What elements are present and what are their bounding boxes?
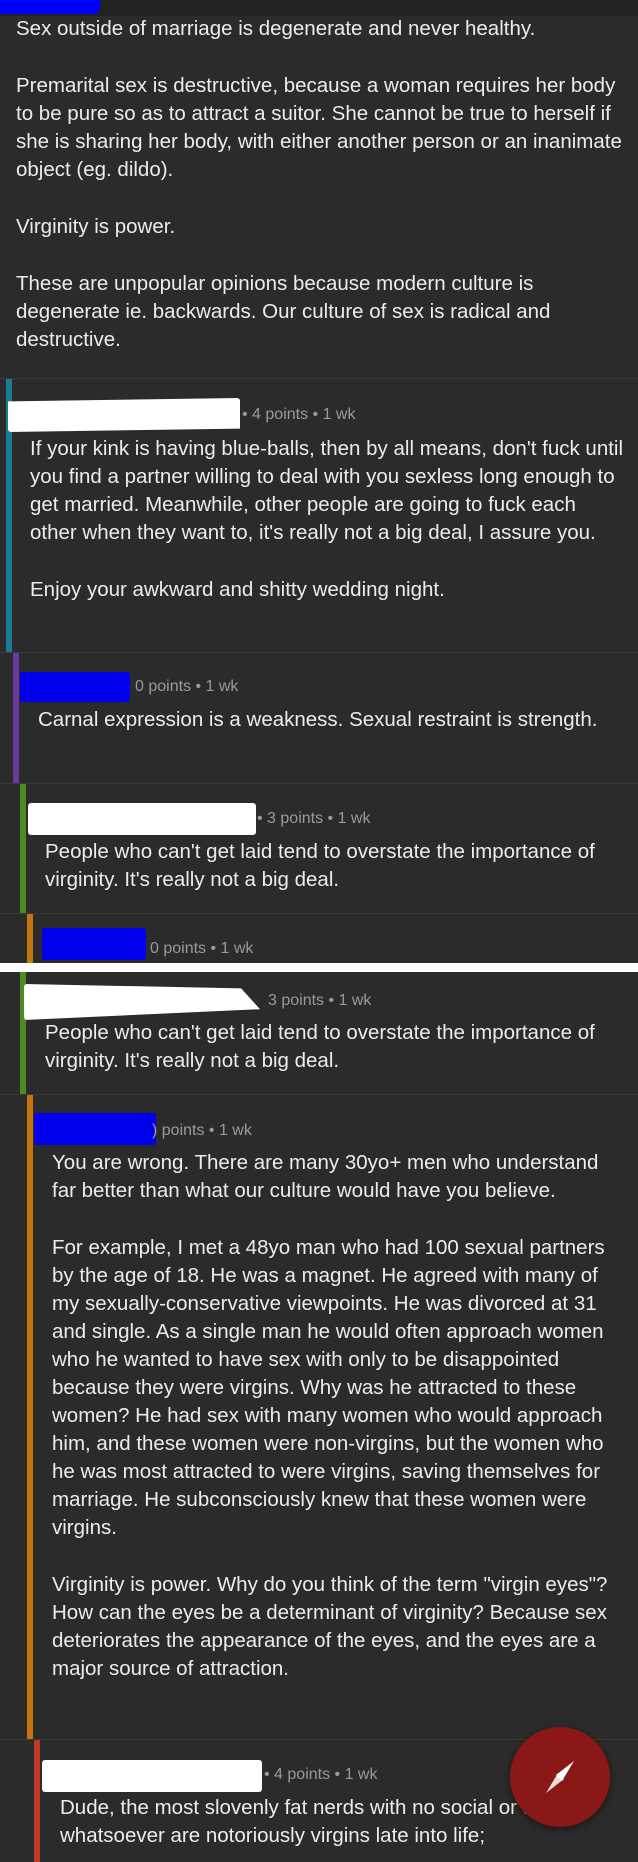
redacted-username: [20, 672, 130, 702]
redacted-username: [28, 803, 256, 835]
comment-body: People who can't get laid tend to overst…: [45, 838, 625, 894]
post-paragraph: Premarital sex is destructive, because a…: [16, 74, 622, 181]
comment-body: You are wrong. There are many 30yo+ men …: [52, 1149, 627, 1683]
comment-paragraph: Enjoy your awkward and shitty wedding ni…: [30, 578, 445, 601]
screenshot-separator: [0, 963, 638, 972]
post-body: Sex outside of marriage is degenerate an…: [16, 15, 626, 354]
post-paragraph: Sex outside of marriage is degenerate an…: [16, 17, 536, 40]
redacted-username: [34, 1113, 156, 1145]
comment-body: People who can't get laid tend to overst…: [45, 1019, 625, 1075]
comment-meta: 0 points • 1 wk: [150, 940, 254, 957]
thread-rail-level-5[interactable]: [34, 1740, 40, 1862]
comment-meta: ) points • 1 wk: [152, 1122, 252, 1139]
thread-rail-level-2[interactable]: [13, 653, 19, 783]
post-paragraph: Virginity is power.: [16, 215, 176, 238]
comment-meta: • 4 points • 1 wk: [242, 406, 356, 423]
comment-body: Carnal expression is a weakness. Sexual …: [38, 706, 618, 734]
navigate-fab[interactable]: [510, 1727, 610, 1827]
comment-paragraph: For example, I met a 48yo man who had 10…: [52, 1236, 605, 1539]
comment-paragraph: Carnal expression is a weakness. Sexual …: [38, 708, 598, 731]
thread-rail-level-4[interactable]: [27, 1095, 33, 1739]
comment-paragraph: People who can't get laid tend to overst…: [45, 1021, 595, 1072]
comment-meta: 3 points • 1 wk: [268, 992, 372, 1009]
redacted-username-top: [0, 0, 100, 14]
redacted-username: [8, 398, 240, 432]
comment-paragraph: People who can't get laid tend to overst…: [45, 840, 595, 891]
comment-meta: • 4 points • 1 wk: [264, 1766, 378, 1783]
comment-paragraph: You are wrong. There are many 30yo+ men …: [52, 1151, 599, 1202]
thread-rail-level-3[interactable]: [20, 784, 26, 913]
comment-body: If your kink is having blue-balls, then …: [30, 435, 628, 604]
compass-icon: [546, 1761, 574, 1793]
redacted-username: [42, 928, 146, 960]
comment-paragraph: Virginity is power. Why do you think of …: [52, 1573, 608, 1680]
comment-meta: • 3 points • 1 wk: [257, 810, 371, 827]
redacted-username: [42, 1760, 262, 1792]
comment-paragraph: If your kink is having blue-balls, then …: [30, 437, 624, 544]
comment-meta: 0 points • 1 wk: [135, 678, 239, 695]
post-paragraph: These are unpopular opinions because mod…: [16, 272, 551, 351]
thread-rail-level-4[interactable]: [27, 914, 33, 963]
